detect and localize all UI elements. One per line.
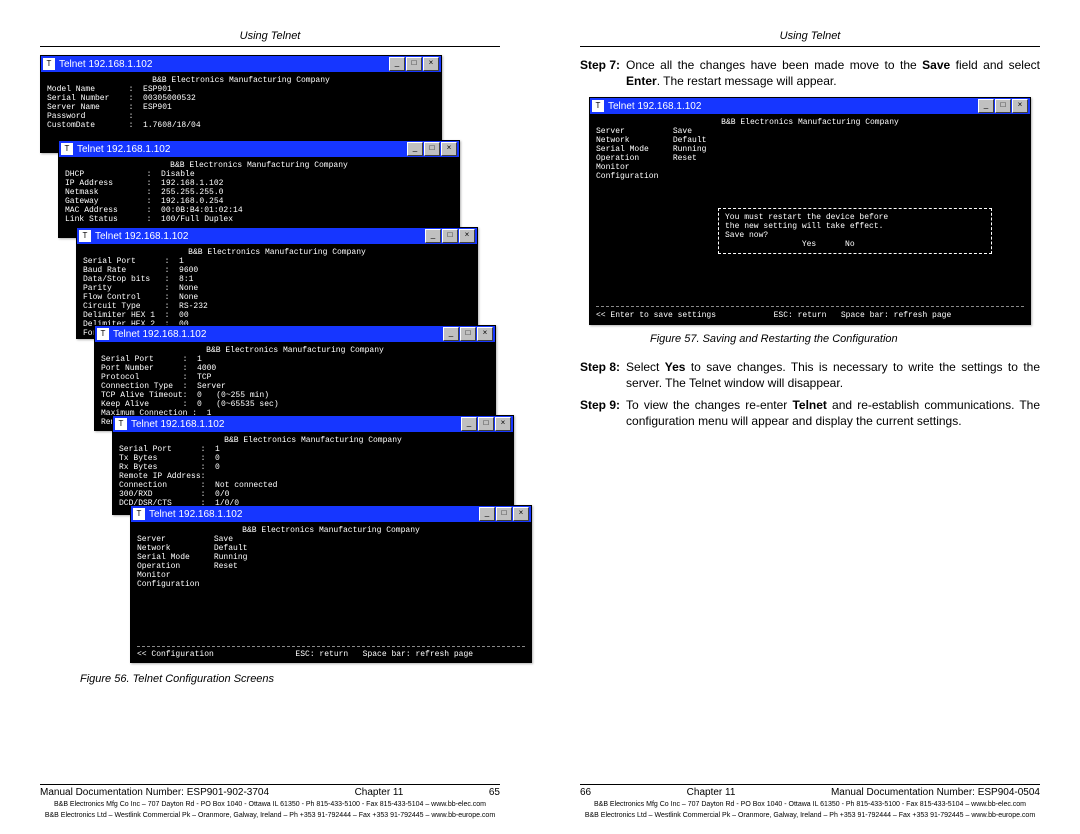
titlebar-text: Telnet 192.168.1.102 xyxy=(131,419,461,430)
chapter-label: Chapter 11 xyxy=(687,787,736,798)
app-icon: T xyxy=(79,230,91,242)
term-content: Model Name : ESP901 Serial Number : 0030… xyxy=(47,85,201,130)
titlebar: T Telnet 192.168.1.102 _□× xyxy=(590,98,1030,114)
doc-number: Manual Documentation Number: ESP904-0504 xyxy=(831,787,1040,798)
footer-address-1: B&B Electronics Mfg Co Inc – 707 Dayton … xyxy=(40,800,500,809)
maximize-icon[interactable]: □ xyxy=(442,229,458,243)
term-content: Server Save Network Default Serial Mode … xyxy=(137,535,247,589)
close-icon[interactable]: × xyxy=(1012,99,1028,113)
close-icon[interactable]: × xyxy=(477,327,493,341)
chapter-label: Chapter 11 xyxy=(355,787,404,798)
company-header: B&B Electronics Manufacturing Company xyxy=(47,76,435,85)
titlebar-text: Telnet 192.168.1.102 xyxy=(113,329,443,340)
app-icon: T xyxy=(97,328,109,340)
footer-hint: << Configuration ESC: return Space bar: … xyxy=(137,650,525,659)
maximize-icon[interactable]: □ xyxy=(460,327,476,341)
footer-address-2: B&B Electronics Ltd – Westlink Commercia… xyxy=(40,811,500,820)
minimize-icon[interactable]: _ xyxy=(407,142,423,156)
header-rule xyxy=(580,46,1040,47)
telnet-screens-stack: T Telnet 192.168.1.102 _ □ × B&B Electro… xyxy=(40,55,500,665)
titlebar: T Telnet 192.168.1.102 _□× xyxy=(95,326,495,342)
titlebar-text: Telnet 192.168.1.102 xyxy=(149,509,479,520)
app-icon: T xyxy=(61,143,73,155)
titlebar-text: Telnet 192.168.1.102 xyxy=(608,101,978,112)
titlebar: T Telnet 192.168.1.102 _□× xyxy=(131,506,531,522)
step-text: Select Yes to save changes. This is nece… xyxy=(626,359,1040,391)
titlebar: T Telnet 192.168.1.102 _□× xyxy=(59,141,459,157)
config-menu: Server Save Network Default Serial Mode … xyxy=(596,127,706,181)
footer-rule xyxy=(40,784,500,785)
figure-56-caption: Figure 56. Telnet Configuration Screens xyxy=(80,673,500,685)
titlebar-text: Telnet 192.168.1.102 xyxy=(77,144,407,155)
maximize-icon[interactable]: □ xyxy=(424,142,440,156)
restart-dialog: You must restart the device before the n… xyxy=(718,208,992,254)
maximize-icon[interactable]: □ xyxy=(496,507,512,521)
footer-address-2: B&B Electronics Ltd – Westlink Commercia… xyxy=(580,811,1040,820)
maximize-icon[interactable]: □ xyxy=(478,417,494,431)
minimize-icon[interactable]: _ xyxy=(425,229,441,243)
close-icon[interactable]: × xyxy=(441,142,457,156)
header-rule xyxy=(40,46,500,47)
close-icon[interactable]: × xyxy=(513,507,529,521)
page-number: 65 xyxy=(489,787,500,798)
close-icon[interactable]: × xyxy=(423,57,439,71)
page-footer: Manual Documentation Number: ESP901-902-… xyxy=(40,778,500,820)
minimize-icon[interactable]: _ xyxy=(461,417,477,431)
terminal-body: B&B Electronics Manufacturing CompanySer… xyxy=(113,432,513,514)
app-icon: T xyxy=(43,58,55,70)
footer-address-1: B&B Electronics Mfg Co Inc – 707 Dayton … xyxy=(580,800,1040,809)
step-7: Step 7: Once all the changes have been m… xyxy=(580,57,1040,89)
step-label: Step 9: xyxy=(580,397,620,429)
app-icon: T xyxy=(592,100,604,112)
page-number: 66 xyxy=(580,787,591,798)
app-icon: T xyxy=(115,418,127,430)
page-footer: 66 Chapter 11 Manual Documentation Numbe… xyxy=(580,778,1040,820)
step-8: Step 8: Select Yes to save changes. This… xyxy=(580,359,1040,391)
footer-hint: << Enter to save settings ESC: return Sp… xyxy=(596,311,1024,320)
restart-message: You must restart the device before the n… xyxy=(725,213,888,249)
term-content: DHCP : Disable IP Address : 192.168.1.10… xyxy=(65,170,243,224)
titlebar: T Telnet 192.168.1.102 _ □ × xyxy=(41,56,441,72)
telnet-window-restart: T Telnet 192.168.1.102 _□× B&B Electroni… xyxy=(589,97,1031,325)
minimize-icon[interactable]: _ xyxy=(978,99,994,113)
footer-rule xyxy=(580,784,1040,785)
terminal-body: B&B Electronics Manufacturing CompanySer… xyxy=(77,244,477,338)
telnet-window-config: T Telnet 192.168.1.102 _□× B&B Electroni… xyxy=(130,505,532,663)
step-text: To view the changes re-enter Telnet and … xyxy=(626,397,1040,429)
page-header: Using Telnet xyxy=(40,30,500,42)
term-content: Serial Port : 1 Tx Bytes : 0 Rx Bytes : … xyxy=(119,445,277,508)
terminal-body: B&B Electronics Manufacturing CompanySer… xyxy=(590,114,1030,324)
doc-number: Manual Documentation Number: ESP901-902-… xyxy=(40,787,269,798)
titlebar-text: Telnet 192.168.1.102 xyxy=(95,231,425,242)
titlebar: T Telnet 192.168.1.102 _□× xyxy=(113,416,513,432)
close-icon[interactable]: × xyxy=(459,229,475,243)
page-left: Using Telnet T Telnet 192.168.1.102 _ □ … xyxy=(0,0,540,834)
titlebar: T Telnet 192.168.1.102 _□× xyxy=(77,228,477,244)
page-right: Using Telnet Step 7: Once all the change… xyxy=(540,0,1080,834)
minimize-icon[interactable]: _ xyxy=(389,57,405,71)
window-controls: _ □ × xyxy=(389,57,439,71)
telnet-window-network: T Telnet 192.168.1.102 _□× B&B Electroni… xyxy=(58,140,460,238)
figure-57-caption: Figure 57. Saving and Restarting the Con… xyxy=(650,333,1040,345)
close-icon[interactable]: × xyxy=(495,417,511,431)
step-9: Step 9: To view the changes re-enter Tel… xyxy=(580,397,1040,429)
minimize-icon[interactable]: _ xyxy=(443,327,459,341)
step-label: Step 8: xyxy=(580,359,620,391)
minimize-icon[interactable]: _ xyxy=(479,507,495,521)
telnet-window-monitor: T Telnet 192.168.1.102 _□× B&B Electroni… xyxy=(112,415,514,515)
step-label: Step 7: xyxy=(580,57,620,89)
maximize-icon[interactable]: □ xyxy=(406,57,422,71)
app-icon: T xyxy=(133,508,145,520)
page-header: Using Telnet xyxy=(580,30,1040,42)
step-text: Once all the changes have been made move… xyxy=(626,57,1040,89)
telnet-window-server: T Telnet 192.168.1.102 _ □ × B&B Electro… xyxy=(40,55,442,153)
terminal-body: B&B Electronics Manufacturing CompanySer… xyxy=(131,522,531,662)
maximize-icon[interactable]: □ xyxy=(995,99,1011,113)
terminal-body: B&B Electronics Manufacturing CompanyDHC… xyxy=(59,157,459,237)
titlebar-text: Telnet 192.168.1.102 xyxy=(59,59,389,70)
telnet-window-serial: T Telnet 192.168.1.102 _□× B&B Electroni… xyxy=(76,227,478,339)
double-page-spread: Using Telnet T Telnet 192.168.1.102 _ □ … xyxy=(0,0,1080,834)
